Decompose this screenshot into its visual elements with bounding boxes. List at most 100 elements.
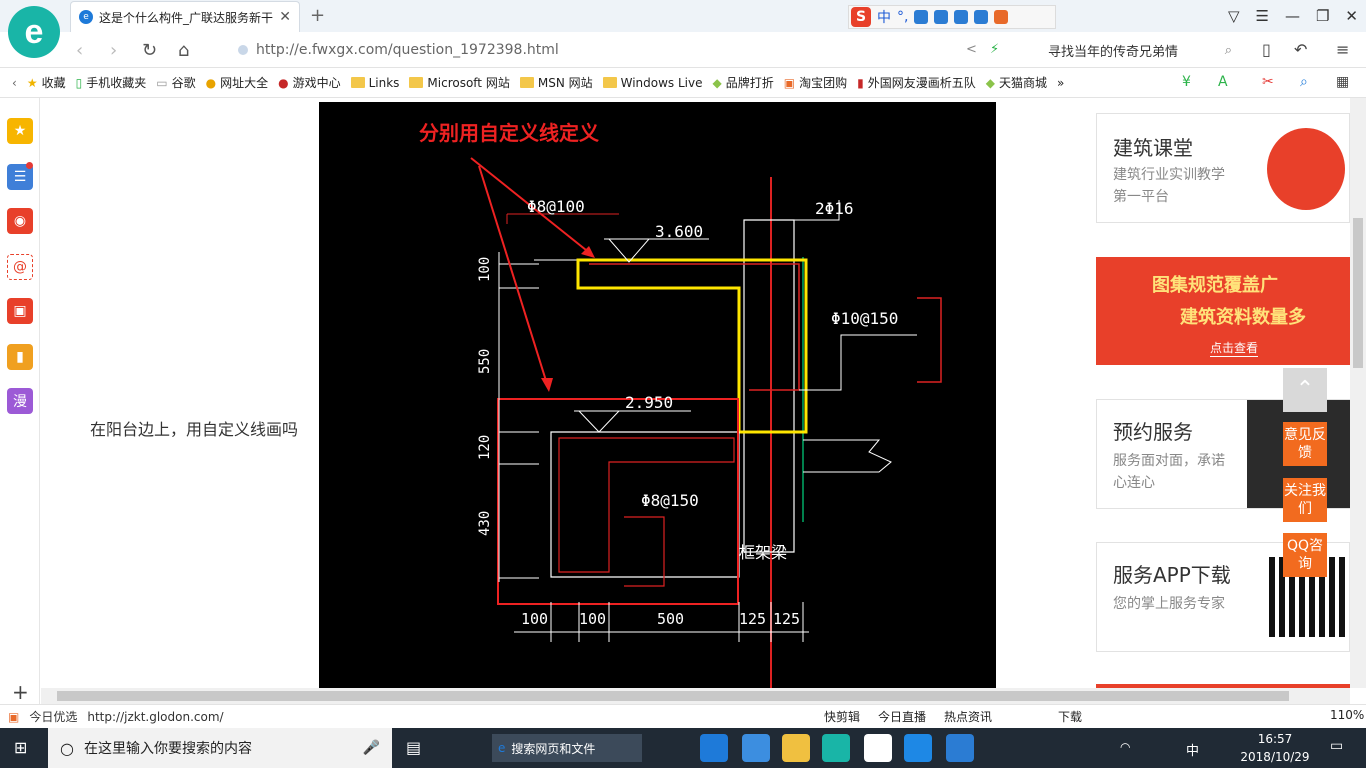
bookmark-item[interactable]: ◆ 品牌打折 — [713, 74, 774, 91]
close-button[interactable]: ✕ — [1345, 7, 1358, 25]
back-to-top-icon[interactable]: ⌃ — [1283, 368, 1327, 412]
news-item[interactable]: 热点资讯 — [944, 708, 992, 725]
edge-icon[interactable] — [700, 734, 728, 762]
bookmark-item[interactable]: ★ 收藏 — [27, 74, 66, 91]
mail-icon[interactable]: @ — [7, 254, 33, 280]
tab-close-icon[interactable]: ✕ — [279, 9, 291, 25]
web-search-text[interactable]: 搜索网页和文件 — [511, 740, 595, 757]
zoom-level[interactable]: 110% — [1330, 708, 1364, 722]
game-icon[interactable]: ▣ — [7, 298, 33, 324]
grid-icon[interactable]: ▦ — [1336, 74, 1349, 90]
punct-icon[interactable]: °, — [897, 9, 908, 25]
feedback-button[interactable]: 意见反馈 — [1283, 422, 1327, 466]
weibo-icon[interactable]: ◉ — [7, 208, 33, 234]
vertical-scrollbar[interactable] — [1350, 98, 1366, 688]
horizontal-scrollbar[interactable] — [41, 688, 1350, 704]
pin-icon[interactable]: ▽ — [1228, 7, 1240, 25]
bookmark-folder[interactable]: Links — [350, 76, 399, 90]
menu-more-icon[interactable]: ≡ — [1336, 40, 1349, 59]
cut-icon[interactable]: ✂ — [1262, 74, 1274, 90]
ie-taskbar-icon[interactable] — [742, 734, 770, 762]
back-icon[interactable]: ‹ — [76, 40, 83, 61]
mic-icon[interactable]: 🎤 — [363, 740, 380, 756]
ad-card-course[interactable]: 建筑课堂 建筑行业实训教学第一平台 — [1096, 113, 1350, 223]
network-icon[interactable]: ◠ — [1120, 740, 1130, 754]
url-input[interactable]: http://e.fwxgx.com/question_1972398.html — [230, 36, 1030, 64]
scroll-thumb[interactable] — [57, 691, 1289, 701]
tools-icon[interactable] — [994, 10, 1009, 24]
follow-button[interactable]: 关注我们 — [1283, 478, 1327, 522]
collapse-icon[interactable]: ‹ — [12, 76, 17, 90]
dim-label: 100 — [579, 610, 606, 628]
minimize-button[interactable]: — — [1285, 7, 1300, 25]
bookmark-item[interactable]: ▯ 手机收藏夹 — [76, 74, 147, 91]
bookmark-item[interactable]: ◆ 天猫商城 — [986, 74, 1047, 91]
more-bookmarks-icon[interactable]: » — [1057, 76, 1064, 90]
favorites-icon[interactable]: ★ — [7, 118, 33, 144]
browser-taskbar-icon[interactable] — [822, 734, 850, 762]
bookmark-item[interactable]: ▭ 谷歌 — [156, 74, 195, 91]
skin-icon[interactable] — [974, 10, 989, 24]
bookmark-folder[interactable]: Windows Live — [602, 76, 703, 90]
today-pick-label[interactable]: 今日优选 — [29, 708, 77, 725]
url-text[interactable]: http://e.fwxgx.com/question_1972398.html — [256, 42, 559, 58]
money-icon[interactable]: ¥ — [1182, 74, 1191, 90]
bookmark-item[interactable]: ▮ 外国网友漫画析五队 — [857, 74, 976, 91]
search-input[interactable]: 寻找当年的传奇兄弟情 ⌕ — [1040, 36, 1240, 64]
browser-tab[interactable]: e 这是个什么构件_广联达服务新干 ✕ — [70, 1, 300, 32]
ad-cta[interactable]: 点击查看 — [1210, 339, 1259, 357]
bookmark-item[interactable]: ● 网址大全 — [206, 74, 269, 91]
mail-taskbar-icon[interactable] — [864, 734, 892, 762]
notification-icon[interactable]: ▭ — [1330, 738, 1343, 754]
home-icon[interactable]: ⌂ — [178, 40, 189, 61]
taskbar-search-text[interactable]: 在这里输入你要搜索的内容 — [84, 738, 252, 758]
qq-button[interactable]: QQ咨询 — [1283, 533, 1327, 577]
speed-icon[interactable]: ⚡ — [990, 42, 999, 57]
glodon-icon[interactable] — [904, 734, 932, 762]
window-controls: ▽ ☰ — ❐ ✕ — [1220, 0, 1366, 32]
ime-indicator[interactable]: 中 — [1186, 740, 1199, 759]
share-icon[interactable]: < — [966, 42, 977, 57]
manga-icon[interactable]: 漫 — [7, 388, 33, 414]
clock-time: 16:57 — [1257, 732, 1293, 746]
novel-icon[interactable]: ▮ — [7, 344, 33, 370]
emoji-icon[interactable] — [914, 10, 929, 24]
download-item[interactable]: 下载 — [1058, 708, 1082, 725]
status-tools: 快剪辑 今日直播 热点资讯 下载 — [824, 708, 1082, 725]
task-view-icon[interactable]: ▤ — [406, 738, 421, 757]
find-icon[interactable]: ⌕ — [1300, 74, 1308, 90]
sogou-ime-toolbar[interactable]: S 中 °, — [848, 5, 1056, 29]
scroll-thumb[interactable] — [1353, 218, 1363, 368]
elevation-label: 3.600 — [655, 222, 703, 241]
search-text[interactable]: 寻找当年的传奇兄弟情 — [1048, 41, 1178, 60]
bookmark-item[interactable]: ● 游戏中心 — [278, 74, 341, 91]
bookmark-item[interactable]: ▣ 淘宝团购 — [784, 74, 847, 91]
clip-item[interactable]: 快剪辑 — [824, 708, 860, 725]
ad-banner[interactable]: 图集规范覆盖广 建筑资料数量多 点击查看 — [1096, 257, 1350, 365]
bookmark-folder[interactable]: MSN 网站 — [519, 74, 593, 91]
search-icon[interactable]: ⌕ — [1225, 43, 1232, 58]
ime-mode-label[interactable]: 中 — [877, 7, 891, 27]
live-item[interactable]: 今日直播 — [878, 708, 926, 725]
voice-icon[interactable] — [934, 10, 949, 24]
refresh-icon[interactable]: ↻ — [142, 40, 157, 61]
keyboard-icon[interactable] — [954, 10, 969, 24]
bookmark-folder[interactable]: Microsoft 网站 — [409, 74, 510, 91]
add-sidebar-icon[interactable]: + — [12, 680, 29, 704]
undo-icon[interactable]: ↶ — [1294, 40, 1307, 59]
browser-logo-icon[interactable]: e — [8, 6, 60, 58]
start-icon[interactable]: ⊞ — [14, 740, 32, 756]
explorer-icon[interactable] — [782, 734, 810, 762]
phone-icon[interactable]: ▯ — [1262, 40, 1271, 59]
restore-button[interactable]: ❐ — [1316, 7, 1329, 25]
clock[interactable]: 16:57 2018/10/29 — [1228, 730, 1322, 766]
web-search-box[interactable]: e 搜索网页和文件 — [492, 734, 642, 762]
notification-dot — [26, 162, 33, 169]
taskbar-search[interactable]: ○ 在这里输入你要搜索的内容 🎤 — [48, 728, 392, 768]
new-tab-icon[interactable]: + — [310, 5, 325, 26]
forward-icon[interactable]: › — [110, 40, 117, 61]
menu-icon[interactable]: ☰ — [1256, 7, 1269, 25]
translate-icon[interactable]: A — [1218, 74, 1228, 90]
app-icon[interactable] — [946, 734, 974, 762]
ad-title: 预约服务 — [1113, 420, 1193, 444]
